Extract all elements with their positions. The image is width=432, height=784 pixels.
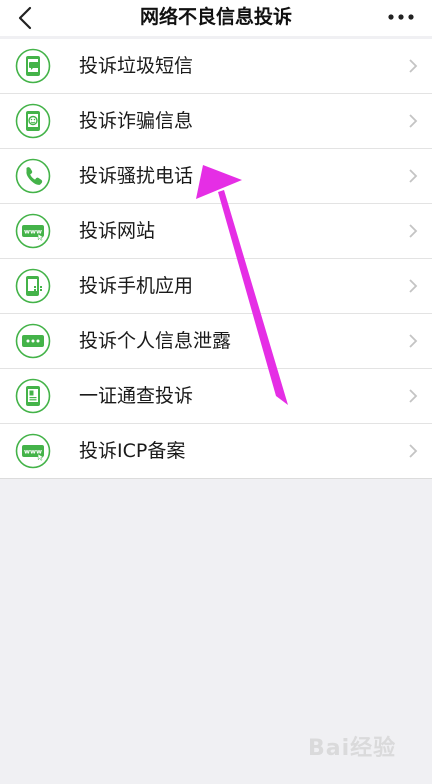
nav-bar: 网络不良信息投诉 [0, 0, 432, 36]
menu-item-mobile-app[interactable]: 投诉手机应用 [0, 259, 432, 314]
chevron-right-icon [409, 114, 418, 128]
watermark-text: Bai经验 [308, 736, 397, 761]
menu-item-website[interactable]: www 投诉网站 [0, 204, 432, 259]
menu-item-harassment-call[interactable]: 投诉骚扰电话 [0, 149, 432, 204]
phone-icon [15, 158, 51, 194]
menu-item-fraud-info[interactable]: 投诉诈骗信息 [0, 94, 432, 149]
chevron-right-icon [409, 444, 418, 458]
menu-item-label: 投诉个人信息泄露 [79, 330, 232, 352]
complaint-menu-list: 投诉垃圾短信 投诉诈骗信息 投诉骚扰电话 www 投诉网站 投诉手机应用 投诉个… [0, 39, 432, 479]
menu-item-icp-record[interactable]: www 投诉ICP备案 [0, 424, 432, 479]
personal-info-leak-icon [15, 323, 51, 359]
chevron-right-icon [409, 334, 418, 348]
spam-sms-icon [15, 48, 51, 84]
menu-item-label: 一证通查投诉 [79, 385, 194, 407]
chevron-right-icon [409, 224, 418, 238]
mobile-app-icon [15, 268, 51, 304]
watermark-logo: Bai经验 [308, 724, 418, 764]
chevron-right-icon [409, 389, 418, 403]
menu-item-label: 投诉ICP备案 [79, 440, 186, 462]
menu-item-label: 投诉网站 [79, 220, 156, 242]
menu-item-label: 投诉垃圾短信 [79, 55, 194, 77]
icp-record-icon: www [15, 433, 51, 469]
website-icon: www [15, 213, 51, 249]
svg-text:www: www [24, 228, 42, 236]
more-dots-icon[interactable] [386, 7, 416, 27]
menu-item-label: 投诉手机应用 [79, 275, 194, 297]
menu-item-spam-sms[interactable]: 投诉垃圾短信 [0, 39, 432, 94]
svg-text:www: www [24, 448, 42, 456]
chevron-right-icon [409, 279, 418, 293]
chevron-right-icon [409, 59, 418, 73]
chevron-right-icon [409, 169, 418, 183]
menu-item-personal-info-leak[interactable]: 投诉个人信息泄露 [0, 314, 432, 369]
menu-item-label: 投诉骚扰电话 [79, 165, 194, 187]
id-check-icon [15, 378, 51, 414]
page-title: 网络不良信息投诉 [139, 6, 292, 28]
fraud-info-icon [15, 103, 51, 139]
menu-item-id-check[interactable]: 一证通查投诉 [0, 369, 432, 424]
menu-item-label: 投诉诈骗信息 [79, 110, 194, 132]
